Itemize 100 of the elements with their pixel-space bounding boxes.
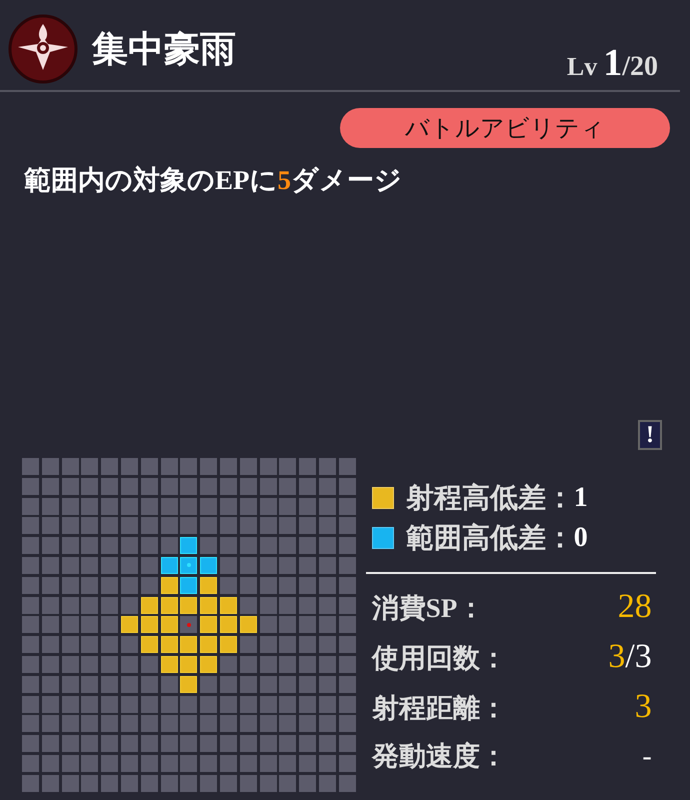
grid-tile <box>279 596 296 614</box>
grid-tile <box>338 478 356 495</box>
grid-tile <box>318 636 336 654</box>
grid-tile <box>220 696 237 713</box>
grid-tile <box>101 735 118 752</box>
grid-tile <box>120 498 138 515</box>
skill-title: 集中豪雨 <box>92 28 237 70</box>
grid-tile <box>22 656 39 673</box>
grid-tile <box>140 596 158 614</box>
grid-tile <box>200 596 218 614</box>
grid-tile <box>220 498 237 515</box>
grid-tile <box>180 556 198 574</box>
legend-label: 射程高低差 <box>406 482 546 516</box>
stat-value: 3 <box>608 638 626 676</box>
grid-tile <box>140 498 158 515</box>
grid-tile <box>200 498 218 515</box>
stat-max: /3 <box>625 638 652 676</box>
grid-tile <box>22 478 39 495</box>
grid-tile <box>101 458 118 475</box>
grid-tile <box>318 478 336 495</box>
grid-tile <box>279 715 296 732</box>
grid-tile <box>260 458 277 475</box>
grid-tile <box>22 715 39 732</box>
level-label: Lv <box>566 52 598 82</box>
grid-tile <box>338 676 356 693</box>
grid-tile <box>140 576 158 594</box>
grid-tile <box>220 616 237 634</box>
grid-tile <box>42 774 59 792</box>
grid-tile <box>279 478 296 495</box>
grid-tile <box>62 458 79 475</box>
grid-tile <box>120 458 138 475</box>
grid-tile <box>81 498 98 515</box>
grid-tile <box>180 576 198 594</box>
grid-tile <box>140 517 158 534</box>
grid-tile <box>101 616 118 634</box>
grid-tile <box>101 498 118 515</box>
grid-tile <box>299 458 316 475</box>
info-button[interactable]: ! <box>638 420 662 450</box>
grid-tile <box>318 656 336 673</box>
grid-tile <box>42 696 59 713</box>
grid-tile <box>120 774 138 792</box>
grid-tile <box>42 754 59 772</box>
grid-tile <box>338 517 356 534</box>
grid-tile <box>140 774 158 792</box>
grid-tile <box>62 735 79 752</box>
grid-tile <box>22 498 39 515</box>
grid-tile <box>260 715 277 732</box>
legend-separator: ： <box>546 522 574 556</box>
grid-tile <box>62 696 79 713</box>
grid-tile <box>279 537 296 554</box>
grid-tile <box>101 537 118 554</box>
grid-tile <box>318 517 336 534</box>
grid-tile <box>279 576 296 594</box>
grid-tile <box>260 478 277 495</box>
grid-tile <box>22 676 39 693</box>
grid-tile <box>260 656 277 673</box>
grid-tile <box>81 517 98 534</box>
grid-tile <box>318 556 336 574</box>
grid-tile <box>200 735 218 752</box>
grid-tile <box>180 596 198 614</box>
grid-tile <box>81 696 98 713</box>
grid-tile <box>180 537 198 554</box>
grid-tile <box>260 498 277 515</box>
grid-tile <box>160 596 178 614</box>
grid-tile <box>62 636 79 654</box>
grid-tile <box>160 517 178 534</box>
grid-tile <box>279 774 296 792</box>
grid-tile <box>62 556 79 574</box>
grid-tile <box>160 537 178 554</box>
grid-tile <box>299 498 316 515</box>
grid-tile <box>318 774 336 792</box>
grid-tile <box>240 754 257 772</box>
grid-tile <box>120 478 138 495</box>
stat-label: 消費SP： <box>372 592 484 625</box>
grid-tile <box>160 656 178 673</box>
grid-tile <box>140 696 158 713</box>
grid-tile <box>200 478 218 495</box>
grid-tile <box>338 774 356 792</box>
grid-tile <box>279 556 296 574</box>
grid-tile <box>42 537 59 554</box>
grid-tile <box>62 754 79 772</box>
grid-tile <box>160 616 178 634</box>
grid-tile <box>318 458 336 475</box>
grid-tile <box>180 676 198 693</box>
grid-tile <box>279 458 296 475</box>
grid-tile <box>62 517 79 534</box>
grid-tile <box>338 735 356 752</box>
grid-tile <box>140 478 158 495</box>
grid-tile <box>200 774 218 792</box>
grid-tile <box>42 636 59 654</box>
grid-tile <box>180 774 198 792</box>
grid-tile <box>299 576 316 594</box>
grid-tile <box>318 696 336 713</box>
grid-tile <box>81 596 98 614</box>
grid-tile <box>42 556 59 574</box>
grid-tile <box>42 458 59 475</box>
grid-tile <box>101 517 118 534</box>
grid-tile <box>220 517 237 534</box>
stat-label: 発動速度： <box>372 740 507 773</box>
grid-tile <box>200 656 218 673</box>
